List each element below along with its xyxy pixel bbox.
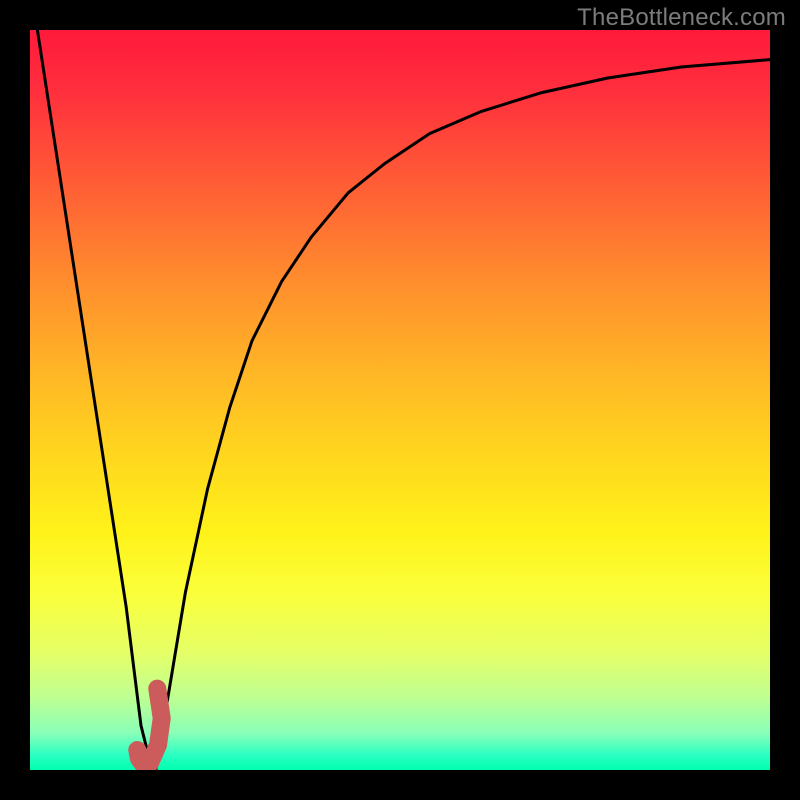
plot-area: [30, 30, 770, 770]
chart-frame: TheBottleneck.com: [0, 0, 800, 800]
marker-j: [30, 30, 770, 770]
bottleneck-curve: [30, 30, 770, 770]
watermark-text: TheBottleneck.com: [577, 4, 786, 32]
